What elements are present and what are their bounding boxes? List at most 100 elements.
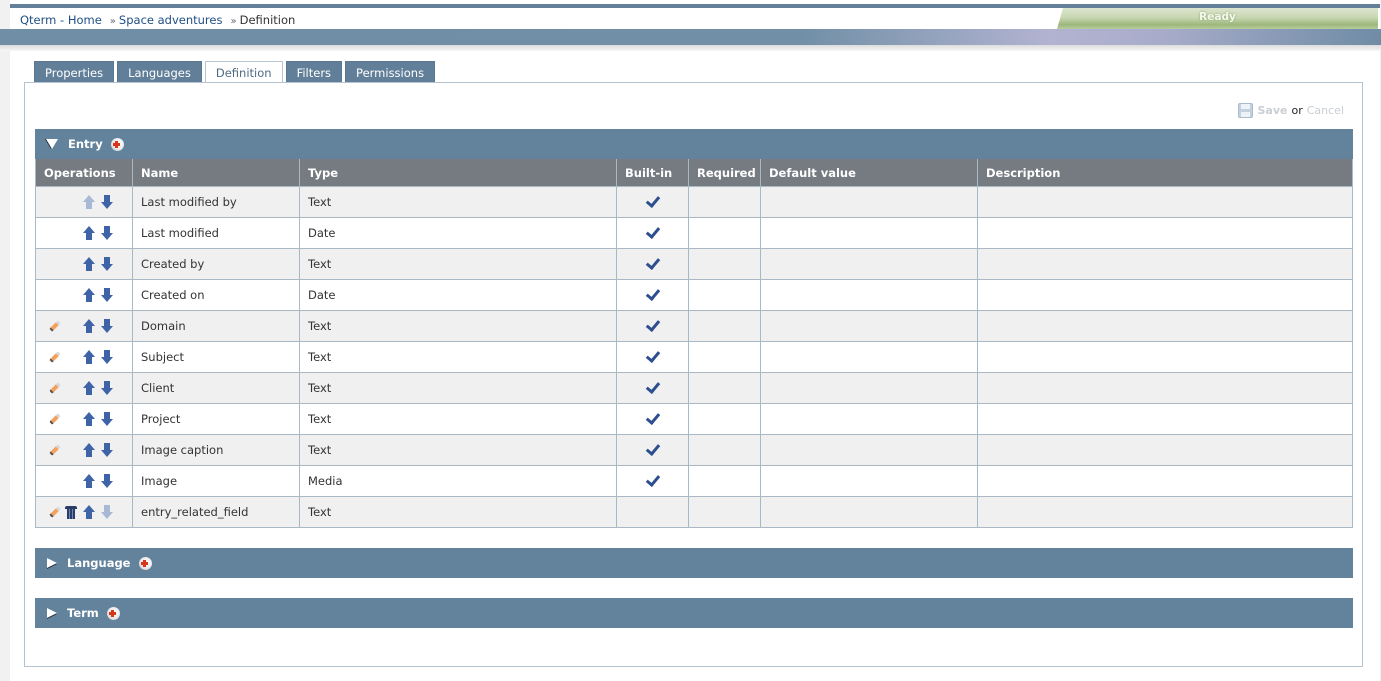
field-default-value: [760, 186, 978, 218]
field-type: Text: [299, 341, 617, 373]
expand-triangle-icon[interactable]: [47, 608, 57, 618]
field-name: Subject: [132, 341, 300, 373]
field-description: [977, 434, 1353, 466]
move-up-arrow-icon[interactable]: [82, 349, 96, 365]
table-row: Image Media: [35, 465, 1353, 497]
move-down-slot: [98, 287, 116, 303]
table-row: Last modified Date: [35, 217, 1353, 249]
move-up-arrow-icon[interactable]: [82, 380, 96, 396]
table-row: Last modified by Text: [35, 186, 1353, 218]
section-entry-label: Entry: [68, 137, 103, 151]
section-term-header[interactable]: Term: [35, 598, 1353, 628]
move-up-arrow-icon[interactable]: [82, 411, 96, 427]
operations-group: [44, 349, 124, 365]
status-indicator: Ready: [1057, 8, 1378, 29]
checkmark-icon: [645, 380, 661, 394]
field-description: [977, 496, 1353, 528]
tab-properties[interactable]: Properties: [34, 61, 115, 82]
edit-slot: [44, 473, 62, 489]
top-stripe: [10, 4, 1380, 8]
edit-pencil-icon[interactable]: [46, 443, 60, 457]
tab-filters[interactable]: Filters: [285, 61, 343, 82]
tab-definition[interactable]: Definition: [204, 61, 283, 84]
move-down-arrow-icon[interactable]: [100, 256, 114, 272]
move-down-arrow-icon[interactable]: [100, 225, 114, 241]
section-language-header[interactable]: Language: [35, 548, 1353, 578]
table-row: Project Text: [35, 403, 1353, 435]
move-up-arrow-icon[interactable]: [82, 287, 96, 303]
move-down-arrow-icon[interactable]: [100, 349, 114, 365]
field-description: [977, 341, 1353, 373]
edit-slot: [44, 504, 62, 520]
edit-pencil-icon[interactable]: [46, 319, 60, 333]
add-field-icon[interactable]: [110, 137, 124, 151]
section-term-label: Term: [67, 606, 99, 620]
move-up-arrow-icon: [82, 194, 96, 210]
add-field-icon[interactable]: [138, 556, 152, 570]
move-down-arrow-icon[interactable]: [100, 287, 114, 303]
add-field-icon[interactable]: [106, 606, 120, 620]
edit-pencil-icon[interactable]: [46, 381, 60, 395]
col-built-in: Built-in: [616, 159, 689, 187]
field-built-in: [616, 279, 689, 311]
breadcrumb-home-link[interactable]: Qterm - Home: [20, 13, 102, 27]
col-description: Description: [977, 159, 1353, 187]
edit-pencil-icon[interactable]: [46, 350, 60, 364]
col-required: Required: [688, 159, 761, 187]
field-required: [688, 248, 761, 280]
section-entry-header[interactable]: Entry: [35, 129, 1353, 159]
edit-slot: [44, 287, 62, 303]
move-down-arrow-icon[interactable]: [100, 473, 114, 489]
move-down-slot: [98, 411, 116, 427]
table-row: Domain Text: [35, 310, 1353, 342]
save-button[interactable]: Save: [1257, 104, 1287, 117]
operations-group: [44, 225, 124, 241]
move-up-arrow-icon[interactable]: [82, 256, 96, 272]
operations-group: [44, 380, 124, 396]
edit-pencil-icon[interactable]: [46, 505, 60, 519]
move-down-arrow-icon[interactable]: [100, 442, 114, 458]
field-required: [688, 310, 761, 342]
field-type: Text: [299, 248, 617, 280]
move-up-arrow-icon[interactable]: [82, 473, 96, 489]
move-down-arrow-icon[interactable]: [100, 194, 114, 210]
move-down-slot: [98, 380, 116, 396]
field-built-in: [616, 434, 689, 466]
field-required: [688, 217, 761, 249]
operations-cell: [35, 310, 133, 342]
edit-pencil-icon[interactable]: [46, 412, 60, 426]
operations-group: [44, 194, 124, 210]
field-description: [977, 372, 1353, 404]
field-type: Date: [299, 217, 617, 249]
field-name: Domain: [132, 310, 300, 342]
move-up-arrow-icon[interactable]: [82, 318, 96, 334]
breadcrumb-separator: »: [109, 16, 116, 27]
move-up-slot: [80, 411, 98, 427]
field-default-value: [760, 372, 978, 404]
field-built-in: [616, 310, 689, 342]
collapse-triangle-icon[interactable]: [46, 139, 58, 149]
delete-slot: [62, 411, 80, 427]
tab-languages[interactable]: Languages: [117, 61, 202, 82]
tab-permissions[interactable]: Permissions: [345, 61, 436, 82]
move-up-arrow-icon[interactable]: [82, 225, 96, 241]
cancel-button[interactable]: Cancel: [1307, 104, 1344, 117]
status-text: Ready: [1199, 11, 1236, 23]
move-up-arrow-icon[interactable]: [82, 504, 96, 520]
checkmark-icon: [645, 473, 661, 487]
field-default-value: [760, 465, 978, 497]
expand-triangle-icon[interactable]: [47, 558, 57, 568]
move-up-arrow-icon[interactable]: [82, 442, 96, 458]
breadcrumb-project-link[interactable]: Space adventures: [119, 13, 223, 27]
field-required: [688, 496, 761, 528]
table-row: Client Text: [35, 372, 1353, 404]
operations-group: [44, 287, 124, 303]
field-name: Last modified by: [132, 186, 300, 218]
delete-slot: [62, 225, 80, 241]
delete-trash-icon[interactable]: [65, 505, 77, 519]
move-down-arrow-icon[interactable]: [100, 411, 114, 427]
move-down-arrow-icon[interactable]: [100, 318, 114, 334]
field-required: [688, 403, 761, 435]
operations-cell: [35, 217, 133, 249]
move-down-arrow-icon[interactable]: [100, 380, 114, 396]
